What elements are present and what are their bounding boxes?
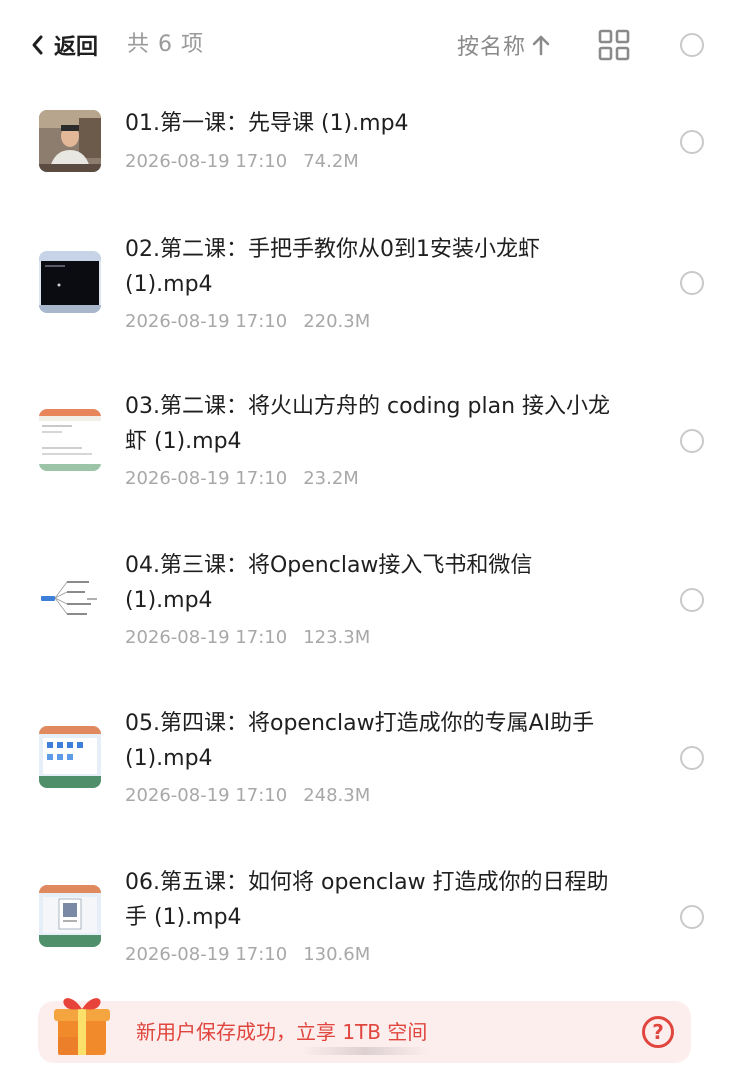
video-thumbnail [39, 726, 101, 788]
file-name: 05.第四课：将openclaw打造成你的专属AI助手 (1).mp4 [125, 711, 595, 771]
file-row[interactable]: 01.第一课：先导课 (1).mp4 2026-08-19 17:10 74.2… [0, 82, 730, 202]
file-meta: 2026-08-19 17:10 248.3M [125, 785, 370, 806]
item-count: 共 6 项 [127, 32, 204, 57]
video-thumbnail [39, 110, 101, 172]
file-size: 248.3M [303, 785, 371, 806]
file-row[interactable]: 03.第二课：将火山方舟的 coding plan 接入小龙虾 (1).mp4 … [0, 381, 730, 501]
arrow-up-icon [532, 35, 550, 56]
file-date: 2026-08-19 17:10 [125, 785, 288, 806]
back-label: 返回 [54, 35, 99, 60]
file-row[interactable]: 06.第五课：如何将 openclaw 打造成你的日程助手 (1).mp4 20… [0, 857, 730, 977]
select-all-radio[interactable] [680, 33, 704, 57]
file-select-radio[interactable] [680, 746, 704, 770]
file-size: 74.2M [303, 151, 359, 172]
sort-button[interactable]: 按名称 [457, 28, 550, 62]
video-thumbnail [39, 885, 101, 947]
file-name: 01.第一课：先导课 (1).mp4 [125, 111, 409, 136]
file-name: 06.第五课：如何将 openclaw 打造成你的日程助手 (1).mp4 [125, 870, 609, 930]
file-meta: 2026-08-19 17:10 220.3M [125, 311, 370, 332]
file-size: 130.6M [303, 944, 371, 965]
file-row[interactable]: 02.第二课：手把手教你从0到1安装小龙虾 (1).mp4 2026-08-19… [0, 222, 730, 342]
video-thumbnail [39, 409, 101, 471]
file-name: 04.第三课：将Openclaw接入飞书和微信 (1).mp4 [125, 553, 533, 613]
file-select-radio[interactable] [680, 905, 704, 929]
file-select-radio[interactable] [680, 429, 704, 453]
home-indicator [300, 1047, 430, 1055]
file-date: 2026-08-19 17:10 [125, 627, 288, 648]
file-date: 2026-08-19 17:10 [125, 151, 288, 172]
gift-icon [54, 998, 110, 1055]
file-date: 2026-08-19 17:10 [125, 944, 288, 965]
file-row[interactable]: 05.第四课：将openclaw打造成你的专属AI助手 (1).mp4 2026… [0, 698, 730, 818]
file-meta: 2026-08-19 17:10 130.6M [125, 944, 370, 965]
file-date: 2026-08-19 17:10 [125, 311, 288, 332]
file-row[interactable]: 04.第三课：将Openclaw接入飞书和微信 (1).mp4 2026-08-… [0, 540, 730, 660]
file-size: 220.3M [303, 311, 371, 332]
file-meta: 2026-08-19 17:10 23.2M [125, 468, 359, 489]
file-name: 03.第二课：将火山方舟的 coding plan 接入小龙虾 (1).mp4 [125, 394, 611, 454]
top-bar: 返回 共 6 项 按名称 [0, 0, 730, 90]
file-select-radio[interactable] [680, 271, 704, 295]
grid-view-icon[interactable] [598, 29, 630, 61]
video-thumbnail [39, 251, 101, 313]
file-meta: 2026-08-19 17:10 123.3M [125, 627, 370, 648]
file-size: 23.2M [303, 468, 359, 489]
file-meta: 2026-08-19 17:10 74.2M [125, 151, 359, 172]
video-thumbnail [39, 568, 101, 630]
file-name: 02.第二课：手把手教你从0到1安装小龙虾 (1).mp4 [125, 237, 540, 297]
file-date: 2026-08-19 17:10 [125, 468, 288, 489]
file-select-radio[interactable] [680, 588, 704, 612]
sort-label: 按名称 [457, 35, 527, 60]
help-icon[interactable]: ? [642, 1016, 674, 1048]
back-button[interactable]: 返回 [30, 28, 98, 62]
chevron-left-icon [32, 35, 43, 55]
file-select-radio[interactable] [680, 130, 704, 154]
file-size: 123.3M [303, 627, 371, 648]
